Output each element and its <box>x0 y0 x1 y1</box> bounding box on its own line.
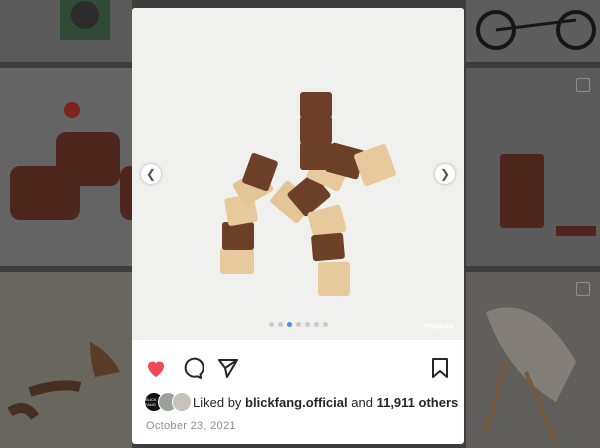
carousel-dot <box>286 322 292 327</box>
liker-avatars[interactable]: BLICK FANG <box>144 392 192 412</box>
heart-filled-icon[interactable] <box>144 356 168 380</box>
paper-plane-icon[interactable] <box>216 356 240 380</box>
likes-row: BLICK FANG Liked by blickfang.official a… <box>144 392 458 412</box>
likes-summary: Liked by blickfang.official and 11,911 o… <box>193 395 458 410</box>
bookmark-icon[interactable] <box>428 356 452 380</box>
carousel-dot <box>295 322 301 327</box>
post-date[interactable]: October 23, 2021 <box>146 420 236 432</box>
liked-count-link[interactable]: 11,911 others <box>377 395 459 410</box>
carousel-dot <box>268 322 274 327</box>
action-bar <box>132 356 464 380</box>
chevron-left-icon[interactable]: ❮ <box>141 164 161 184</box>
carousel-dots <box>132 322 464 327</box>
wooden-sculpture-image <box>220 92 396 296</box>
carousel-dot <box>277 322 283 327</box>
carousel-dot <box>313 322 319 327</box>
carousel-dot <box>304 322 310 327</box>
liked-user-link[interactable]: blickfang.official <box>245 395 348 410</box>
chevron-right-icon[interactable]: ❯ <box>435 164 455 184</box>
post-modal: ❮ ❯ megosu BLICK FANG Liked by blickfang… <box>132 8 464 444</box>
carousel-dot <box>322 322 328 327</box>
avatar <box>172 392 192 412</box>
post-photo[interactable]: ❮ ❯ megosu <box>132 8 464 340</box>
liked-and-label: and <box>351 394 373 410</box>
liked-by-label: Liked by <box>193 394 242 410</box>
comment-bubble-icon[interactable] <box>180 356 205 380</box>
photo-watermark: megosu <box>423 321 454 330</box>
